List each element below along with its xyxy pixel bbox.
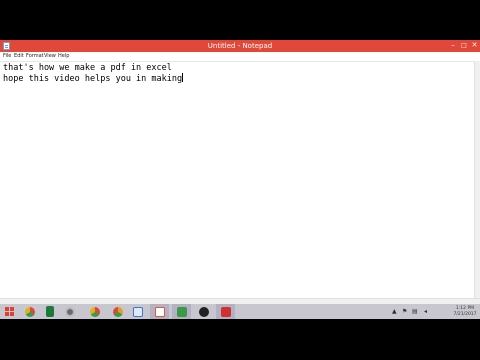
taskbar-media-player[interactable] <box>60 304 79 319</box>
menu-format[interactable]: Format <box>26 53 44 60</box>
document-icon <box>154 306 165 317</box>
windows-start-icon <box>5 307 14 316</box>
tray-show-hidden-icon[interactable]: ▲ <box>392 308 397 315</box>
editor-line-1: that's how we make a pdf in excel <box>3 63 172 73</box>
spreadsheet-icon <box>176 306 187 317</box>
taskbar-spreadsheet[interactable] <box>172 304 191 319</box>
clock-date: 7/21/2017 <box>453 311 477 317</box>
taskbar: ▲ ⚑ ▤ ◂ 1:12 PM 7/21/2017 <box>0 304 480 319</box>
taskbar-chrome[interactable] <box>20 304 39 319</box>
editor-line-2-text: hope this video helps you in making <box>3 74 183 84</box>
close-button[interactable]: ✕ <box>469 41 480 50</box>
text-editor[interactable]: that's how we make a pdf in excel hope t… <box>0 61 474 298</box>
minimize-button[interactable]: – <box>448 41 458 50</box>
excel-icon <box>45 306 54 317</box>
taskbar-excel[interactable] <box>40 304 59 319</box>
media-player-icon <box>64 306 75 317</box>
text-caret <box>182 73 184 82</box>
title-bar[interactable]: Untitled - Notepad – □ ✕ <box>0 40 480 52</box>
desktop-screen: Untitled - Notepad – □ ✕ File Edit Forma… <box>0 40 480 319</box>
taskbar-chrome-3[interactable] <box>108 304 127 319</box>
editor-line-2: hope this video helps you in making <box>3 73 184 84</box>
clock[interactable]: 1:12 PM 7/21/2017 <box>452 306 478 317</box>
tray-volume-icon[interactable]: ◂ <box>424 308 427 315</box>
taskbar-document[interactable] <box>150 304 169 319</box>
window-app-icon <box>132 306 143 317</box>
taskbar-window-app[interactable] <box>128 304 147 319</box>
window-title: Untitled - Notepad <box>207 42 273 50</box>
menu-edit[interactable]: Edit <box>14 53 24 60</box>
pdf-icon <box>220 306 231 317</box>
menu-bar: File Edit Format View Help <box>0 52 480 61</box>
chrome-icon <box>89 306 100 317</box>
tray-flag-icon[interactable]: ⚑ <box>402 308 407 315</box>
menu-file[interactable]: File <box>3 53 11 60</box>
camera-app-icon <box>198 306 209 317</box>
chrome-icon <box>24 306 35 317</box>
taskbar-chrome-2[interactable] <box>85 304 104 319</box>
start-button[interactable] <box>0 304 19 319</box>
taskbar-pdf[interactable] <box>216 304 235 319</box>
vertical-scrollbar[interactable] <box>474 61 480 298</box>
chrome-icon <box>112 306 123 317</box>
tray-network-icon[interactable]: ▤ <box>412 308 418 315</box>
taskbar-camera-app[interactable] <box>194 304 213 319</box>
maximize-button[interactable]: □ <box>459 41 469 50</box>
menu-help[interactable]: Help <box>58 53 69 60</box>
menu-view[interactable]: View <box>44 53 56 60</box>
